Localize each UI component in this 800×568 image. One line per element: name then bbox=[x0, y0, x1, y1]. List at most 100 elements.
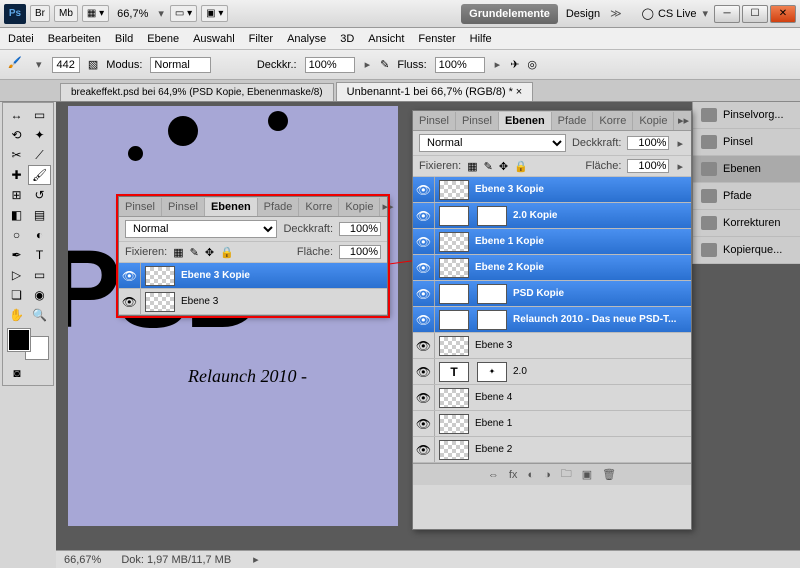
visibility-toggle[interactable]: 👁 bbox=[119, 263, 141, 288]
menu-analyse[interactable]: Analyse bbox=[287, 33, 326, 45]
panel-tab[interactable]: Kopie bbox=[633, 112, 674, 130]
fill-input[interactable]: 100% bbox=[627, 159, 669, 173]
visibility-toggle[interactable]: 👁 bbox=[413, 203, 435, 228]
zoom-level[interactable]: 66,7% bbox=[113, 8, 152, 20]
cslive-label[interactable]: CS Live bbox=[658, 8, 697, 20]
layer-name[interactable]: Ebene 3 Kopie bbox=[179, 270, 387, 281]
tool-preset-arrow[interactable]: ▾ bbox=[34, 58, 44, 71]
menu-ebene[interactable]: Ebene bbox=[147, 33, 179, 45]
lock-all-icon[interactable]: 🔒 bbox=[220, 246, 234, 259]
3d-camera-tool[interactable]: ◉ bbox=[28, 285, 51, 305]
adjustment-layer-icon[interactable]: ◑ bbox=[544, 469, 551, 481]
layer-row[interactable]: 👁T✦2.0 bbox=[413, 359, 691, 385]
zoom-tool[interactable]: 🔍 bbox=[28, 305, 51, 325]
tablet-size-icon[interactable]: ◎ bbox=[527, 58, 537, 71]
marquee-tool[interactable]: ▭ bbox=[28, 105, 51, 125]
chevron-right-icon[interactable]: ▸ bbox=[363, 58, 373, 71]
layer-name[interactable]: Ebene 3 bbox=[179, 296, 387, 307]
dock-pinsel[interactable]: Pinsel bbox=[693, 129, 800, 156]
layer-name[interactable]: 2.0 bbox=[511, 366, 691, 377]
lock-trans-icon[interactable]: ▦ bbox=[467, 160, 477, 173]
layer-name[interactable]: Ebene 1 bbox=[473, 418, 691, 429]
panel-more-icon[interactable]: ▸▸ bbox=[380, 200, 395, 213]
color-swatches[interactable] bbox=[8, 329, 48, 359]
quickmask-toggle[interactable]: ◙ bbox=[5, 363, 29, 383]
canvas[interactable]: PSD Relaunch 2010 - bbox=[68, 106, 398, 526]
panel-tab[interactable]: Pfade bbox=[552, 112, 594, 130]
lock-move-icon[interactable]: ✥ bbox=[205, 246, 214, 259]
fill-input[interactable]: 100% bbox=[339, 245, 381, 259]
lasso-tool[interactable]: ⟲ bbox=[5, 125, 28, 145]
close-button[interactable]: ✕ bbox=[770, 5, 796, 23]
type-tool[interactable]: T bbox=[28, 245, 51, 265]
layer-row[interactable]: 👁T✦2.0 Kopie bbox=[413, 203, 691, 229]
bridge-button[interactable]: Br bbox=[30, 5, 50, 22]
layer-row[interactable]: 👁T✦Relaunch 2010 - Das neue PSD-T... bbox=[413, 307, 691, 333]
menu-bild[interactable]: Bild bbox=[115, 33, 133, 45]
document-tab[interactable]: breakeffekt.psd bei 64,9% (PSD Kopie, Eb… bbox=[60, 83, 334, 101]
layer-name[interactable]: Ebene 3 Kopie bbox=[473, 184, 691, 195]
blend-mode-select[interactable]: Normal bbox=[125, 220, 277, 238]
chevron-down-icon[interactable]: ▾ bbox=[156, 7, 166, 20]
screenmode-button[interactable]: ▣ ▾ bbox=[201, 5, 228, 22]
visibility-toggle[interactable]: 👁 bbox=[119, 289, 141, 314]
layer-name[interactable]: Relaunch 2010 - Das neue PSD-T... bbox=[511, 314, 691, 325]
menu-fenster[interactable]: Fenster bbox=[418, 33, 455, 45]
pen-tool[interactable]: ✒ bbox=[5, 245, 28, 265]
dock-ebenen[interactable]: Ebenen bbox=[693, 156, 800, 183]
chevron-right-icon[interactable]: ▸ bbox=[493, 58, 503, 71]
panel-tab[interactable]: Pfade bbox=[258, 198, 300, 216]
visibility-toggle[interactable]: 👁 bbox=[413, 177, 435, 202]
blur-tool[interactable]: ○ bbox=[5, 225, 28, 245]
visibility-toggle[interactable]: 👁 bbox=[413, 385, 435, 410]
menu-ansicht[interactable]: Ansicht bbox=[368, 33, 404, 45]
zoom-status[interactable]: 66,67% bbox=[64, 554, 101, 566]
layer-name[interactable]: Ebene 3 bbox=[473, 340, 691, 351]
flow-input[interactable]: 100% bbox=[435, 57, 485, 73]
dodge-tool[interactable]: ◐ bbox=[28, 225, 51, 245]
visibility-toggle[interactable]: 👁 bbox=[413, 255, 435, 280]
menu-filter[interactable]: Filter bbox=[249, 33, 273, 45]
visibility-toggle[interactable]: 👁 bbox=[413, 281, 435, 306]
document-tab-active[interactable]: Unbenannt-1 bei 66,7% (RGB/8) * × bbox=[336, 82, 534, 101]
chevron-right-icon[interactable]: ▸ bbox=[675, 137, 685, 150]
mask-icon[interactable]: ◐ bbox=[527, 469, 534, 481]
lock-paint-icon[interactable]: ✎ bbox=[484, 160, 493, 173]
layer-row[interactable]: 👁 Ebene 3 Kopie bbox=[413, 177, 691, 203]
chevron-down-icon[interactable]: ▾ bbox=[700, 7, 710, 20]
brush-panel-toggle-icon[interactable]: ▧ bbox=[88, 58, 98, 71]
visibility-toggle[interactable]: 👁 bbox=[413, 437, 435, 462]
layer-row[interactable]: 👁T✦PSD Kopie bbox=[413, 281, 691, 307]
floating-layers-panel[interactable]: Pinsel Pinsel Ebenen Pfade Korre Kopie ▸… bbox=[118, 196, 388, 316]
move-tool[interactable]: ↔ bbox=[5, 105, 28, 125]
minibridge-button[interactable]: Mb bbox=[54, 5, 78, 22]
eraser-tool[interactable]: ◧ bbox=[5, 205, 28, 225]
opacity-input[interactable]: 100% bbox=[627, 136, 669, 150]
brush-size[interactable]: 442 bbox=[52, 57, 80, 73]
lock-paint-icon[interactable]: ✎ bbox=[190, 246, 199, 259]
menu-bearbeiten[interactable]: Bearbeiten bbox=[48, 33, 101, 45]
layer-name[interactable]: Ebene 2 bbox=[473, 444, 691, 455]
chevron-right-icon[interactable]: ▸ bbox=[675, 160, 685, 173]
layer-name[interactable]: 2.0 Kopie bbox=[511, 210, 691, 221]
history-brush-tool[interactable]: ↺ bbox=[28, 185, 51, 205]
layer-row[interactable]: 👁Ebene 1 Kopie bbox=[413, 229, 691, 255]
tablet-opacity-icon[interactable]: ✎ bbox=[380, 58, 389, 71]
cslive-icon[interactable]: ◯ bbox=[642, 7, 654, 20]
link-layers-icon[interactable]: ⇔ bbox=[488, 469, 499, 481]
path-select-tool[interactable]: ▷ bbox=[5, 265, 28, 285]
menu-datei[interactable]: Datei bbox=[8, 33, 34, 45]
visibility-toggle[interactable]: 👁 bbox=[413, 307, 435, 332]
layer-row[interactable]: 👁 Ebene 3 Kopie bbox=[119, 263, 387, 289]
hand-tool[interactable]: ✋ bbox=[5, 305, 28, 325]
panel-tab[interactable]: Pinsel bbox=[456, 112, 499, 130]
blend-mode-select[interactable]: Normal bbox=[150, 57, 210, 73]
close-tab-icon[interactable]: × bbox=[516, 86, 522, 98]
visibility-toggle[interactable]: 👁 bbox=[413, 333, 435, 358]
fx-icon[interactable]: fx bbox=[509, 469, 518, 481]
heal-tool[interactable]: ✚ bbox=[5, 165, 28, 185]
crop-tool[interactable]: ✂ bbox=[5, 145, 28, 165]
menu-hilfe[interactable]: Hilfe bbox=[470, 33, 492, 45]
blend-mode-select[interactable]: Normal bbox=[419, 134, 566, 152]
menu-auswahl[interactable]: Auswahl bbox=[193, 33, 235, 45]
